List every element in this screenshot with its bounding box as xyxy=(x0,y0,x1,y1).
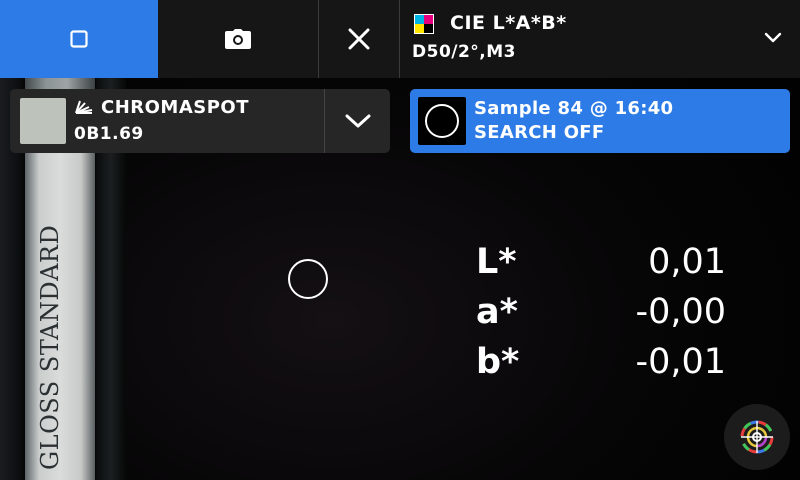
color-target-icon xyxy=(740,420,774,454)
close-icon xyxy=(348,28,370,50)
camera-icon xyxy=(225,29,251,49)
square-icon xyxy=(70,30,88,48)
close-button[interactable] xyxy=(319,0,400,78)
reference-code: 0B1.69 xyxy=(74,124,144,144)
reading-value: -0,00 xyxy=(635,292,726,332)
chromaspot-logo-icon xyxy=(75,100,93,114)
measurement-conditions: D50/2°,M3 xyxy=(412,42,517,62)
reading-l: L* 0,01 xyxy=(476,242,726,292)
reference-color-panel[interactable]: CHROMASPOT 0B1.69 xyxy=(10,89,390,153)
cmyk-swatch-icon xyxy=(414,14,434,34)
reading-label: b* xyxy=(476,342,520,382)
camera-button[interactable] xyxy=(158,0,319,78)
sample-circle-icon xyxy=(425,104,459,138)
search-status: SEARCH OFF xyxy=(474,122,605,143)
sample-panel[interactable]: Sample 84 @ 16:40 SEARCH OFF xyxy=(410,89,790,153)
measurement-settings-dropdown[interactable]: CIE L*A*B* D50/2°,M3 xyxy=(400,0,800,78)
color-space-label: CIE L*A*B* xyxy=(450,12,567,34)
reference-brand: CHROMASPOT xyxy=(101,97,250,118)
reading-value: 0,01 xyxy=(648,242,726,282)
color-picker-fab[interactable] xyxy=(724,404,790,470)
reading-a: a* -0,00 xyxy=(476,292,726,342)
reading-b: b* -0,01 xyxy=(476,342,726,392)
reading-label: a* xyxy=(476,292,518,332)
reading-label: L* xyxy=(476,242,517,282)
chevron-down-icon xyxy=(764,32,782,43)
sample-thumbnail xyxy=(418,97,466,145)
top-toolbar: CIE L*A*B* D50/2°,M3 xyxy=(0,0,800,78)
gloss-standard-text: GLOSS STANDARD xyxy=(36,224,64,470)
reference-dropdown-button[interactable] xyxy=(325,89,390,153)
measure-mode-button[interactable] xyxy=(0,0,158,78)
sample-title: Sample 84 @ 16:40 xyxy=(474,98,674,119)
reference-swatch xyxy=(20,98,66,144)
measurement-target-circle[interactable] xyxy=(288,259,328,299)
chevron-down-icon xyxy=(345,114,370,128)
reading-value: -0,01 xyxy=(635,342,726,382)
